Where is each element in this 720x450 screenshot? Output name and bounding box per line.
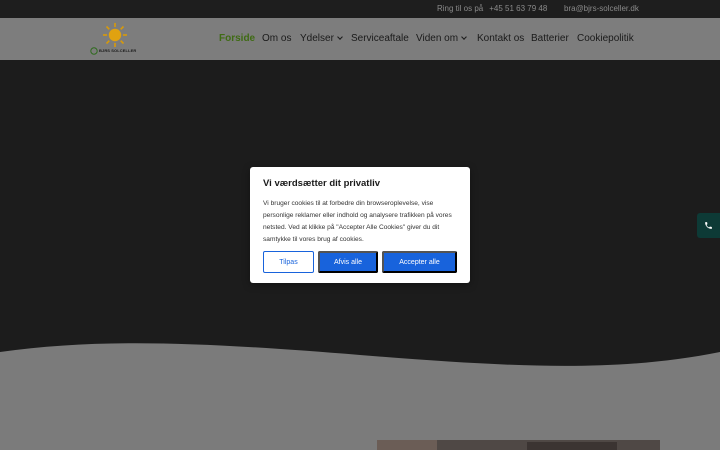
cookie-dialog-actions: Tilpas Afvis alle Accepter alle: [263, 251, 457, 273]
cookie-dialog-text: Vi bruger cookies til at forbedre din br…: [263, 200, 452, 243]
reject-all-button[interactable]: Afvis alle: [318, 251, 378, 273]
logo-text: BJRS SOLCELLER: [99, 48, 137, 53]
topbar-phone[interactable]: Ring til os på +45 51 63 79 48: [437, 4, 547, 13]
nav-item-viden-om[interactable]: Viden om: [416, 33, 467, 44]
leaf-badge-icon: [90, 47, 98, 55]
site-header: BJRS SOLCELLER Forside Om os Ydelser Ser…: [0, 18, 720, 60]
topbar-email[interactable]: bra@bjrs-solceller.dk: [564, 4, 639, 13]
nav-item-batterier[interactable]: Batterier: [531, 33, 569, 44]
main-nav: Forside Om os Ydelser Serviceaftale Vide…: [0, 33, 720, 45]
cookie-consent-dialog: Vi værdsætter dit privatliv Vi bruger co…: [250, 167, 470, 283]
customize-button[interactable]: Tilpas: [263, 251, 314, 273]
chevron-down-icon: [461, 34, 467, 40]
nav-item-ydelser[interactable]: Ydelser: [300, 33, 343, 44]
top-bar: Ring til os på +45 51 63 79 48 bra@bjrs-s…: [0, 0, 720, 18]
cookie-dialog-title: Vi værdsætter dit privatliv: [263, 178, 381, 189]
phone-number[interactable]: +45 51 63 79 48: [489, 4, 547, 13]
nav-item-kontakt-os[interactable]: Kontakt os: [477, 33, 524, 44]
content-image: [377, 440, 660, 450]
phone-label: Ring til os på: [437, 4, 484, 13]
nav-item-viden-om-label: Viden om: [416, 33, 459, 44]
nav-item-cookiepolitik[interactable]: Cookiepolitik: [577, 33, 634, 44]
floating-call-button[interactable]: [697, 213, 720, 238]
image-detail: [527, 442, 617, 450]
nav-item-forside[interactable]: Forside: [219, 33, 255, 44]
accept-all-button[interactable]: Accepter alle: [382, 251, 457, 273]
image-detail: [377, 440, 437, 450]
nav-item-om-os[interactable]: Om os: [262, 33, 291, 44]
nav-item-ydelser-label: Ydelser: [300, 33, 334, 44]
chevron-down-icon: [337, 34, 343, 40]
phone-icon: [705, 222, 712, 229]
nav-item-serviceaftale[interactable]: Serviceaftale: [351, 33, 409, 44]
